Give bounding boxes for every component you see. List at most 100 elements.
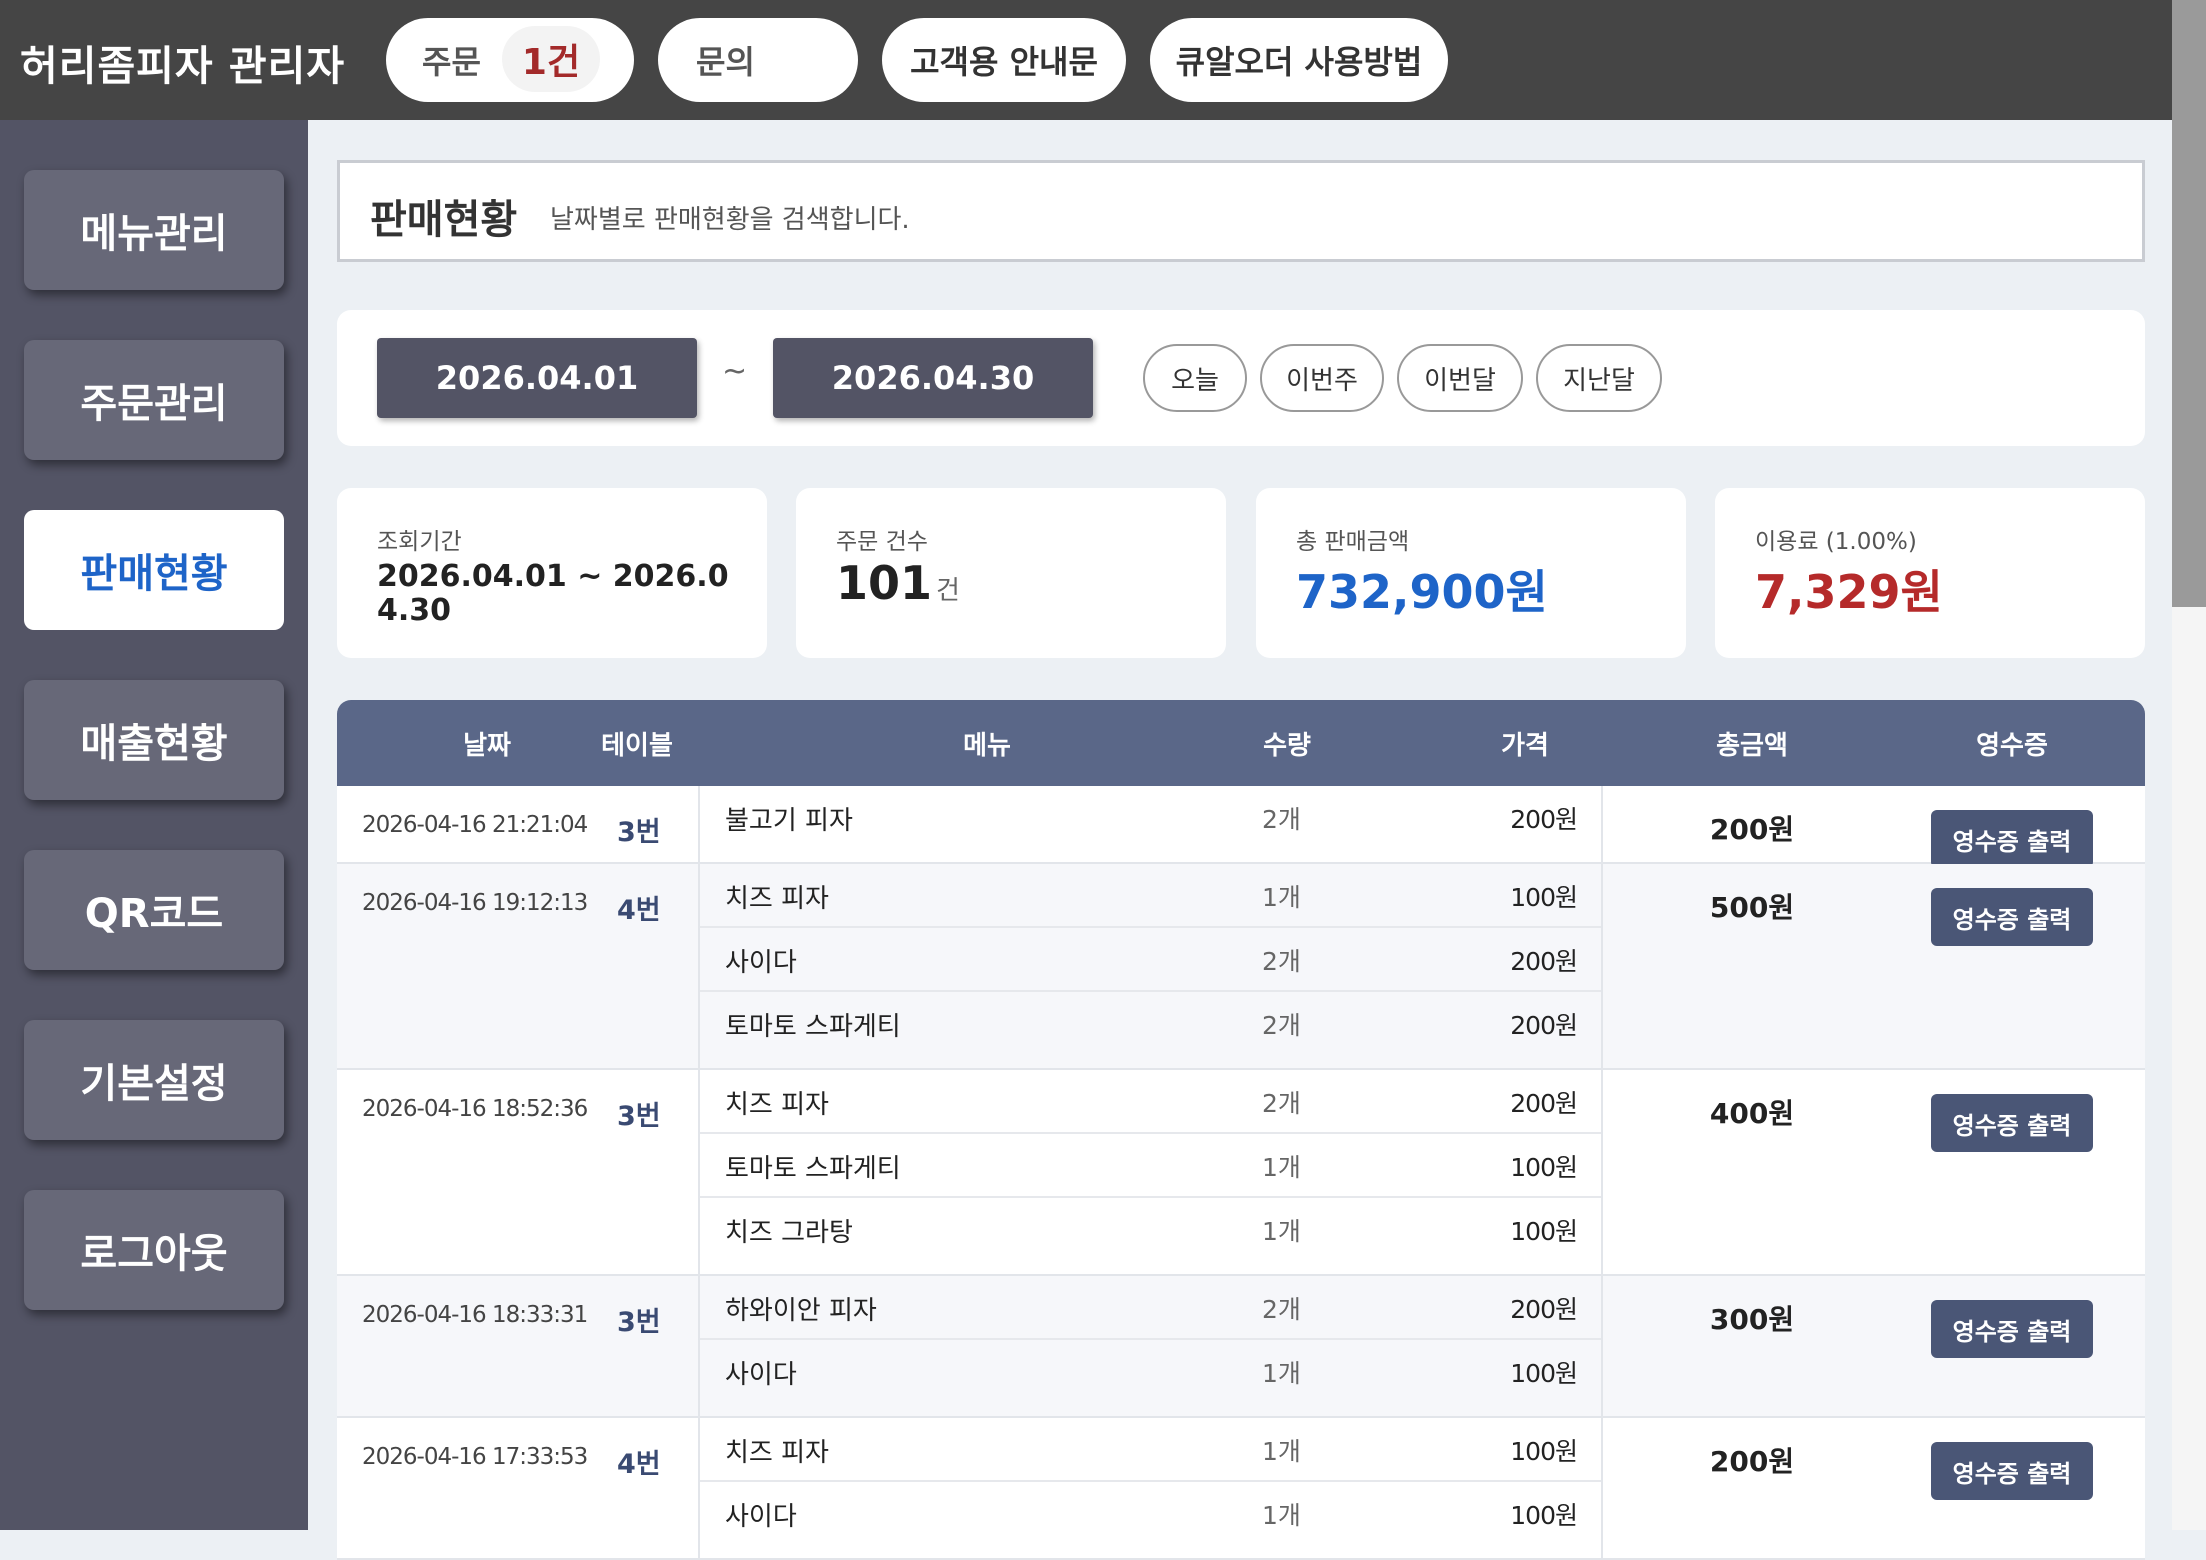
quick-range-this-week[interactable]: 이번주	[1260, 344, 1384, 412]
sidebar-item-logout[interactable]: 로그아웃	[24, 1190, 284, 1310]
order-count-badge: 1건	[502, 26, 600, 92]
sidebar-item-qr-code[interactable]: QR코드	[24, 850, 284, 970]
inquiry-label: 문의	[696, 43, 755, 81]
order-count-value-wrap: 101 건	[836, 556, 960, 610]
order-date: 2026-04-16 18:33:31	[362, 1302, 588, 1328]
order-table-number: 3번	[617, 1307, 661, 1338]
item-quantity: 1개	[1262, 1153, 1301, 1182]
date-separator: ~	[722, 354, 748, 389]
item-price: 100원	[1510, 1437, 1578, 1466]
item-price: 100원	[1510, 1217, 1578, 1246]
order-items: 치즈 피자 1개 100원 사이다 1개 100원	[698, 1418, 1603, 1558]
quick-range-last-month[interactable]: 지난달	[1536, 344, 1662, 412]
item-price: 200원	[1510, 805, 1578, 834]
sidebar-item-revenue-status[interactable]: 매출현황	[24, 680, 284, 800]
column-header-total: 총금액	[1716, 730, 1788, 761]
order-total: 200원	[1709, 813, 1795, 846]
order-item: 사이다 1개 100원	[700, 1340, 1601, 1402]
table-row: 2026-04-16 18:33:31 3번 하와이안 피자 2개 200원 사이다 1개 1…	[337, 1276, 2145, 1418]
print-receipt-button[interactable]: 영수증 출력	[1931, 1442, 2093, 1500]
summary-count-card: 주문 건수 101 건	[796, 488, 1226, 658]
column-header-date: 날짜	[463, 730, 511, 761]
table-header: 날짜 테이블 메뉴 수량 가격 총금액 영수증	[337, 700, 2145, 786]
sidebar-item-menu-management[interactable]: 메뉴관리	[24, 170, 284, 290]
item-name: 치즈 피자	[725, 1438, 829, 1468]
orders-button[interactable]: 주문 1건	[386, 18, 634, 102]
inquiry-button[interactable]: 문의	[658, 18, 858, 102]
order-count-label: 주문 건수	[836, 529, 928, 555]
sidebar-item-order-management[interactable]: 주문관리	[24, 340, 284, 460]
order-item: 하와이안 피자 2개 200원	[700, 1276, 1601, 1340]
sidebar-item-label: QR코드	[84, 891, 224, 937]
top-bar: 허리좀피자 관리자 주문 1건 문의 고객용 안내문 큐알오더 사용방법	[0, 0, 2206, 120]
item-quantity: 2개	[1262, 805, 1301, 834]
order-item: 사이다 2개 200원	[700, 928, 1601, 992]
item-quantity: 2개	[1262, 1011, 1301, 1040]
sidebar-item-label: 주문관리	[80, 381, 228, 427]
quick-range-this-month[interactable]: 이번달	[1397, 344, 1523, 412]
sidebar-item-label: 메뉴관리	[80, 211, 228, 257]
order-date: 2026-04-16 21:21:04	[362, 812, 588, 838]
order-item: 불고기 피자 2개 200원	[700, 786, 1601, 848]
item-name: 치즈 그라탕	[725, 1218, 853, 1248]
order-item: 토마토 스파게티 2개 200원	[700, 992, 1601, 1054]
order-table-number: 4번	[617, 1449, 661, 1480]
sidebar-item-label: 로그아웃	[80, 1231, 228, 1277]
order-items: 치즈 피자 1개 100원 사이다 2개 200원 토마토 스파게티 2개 200원	[698, 864, 1603, 1068]
item-quantity: 2개	[1262, 947, 1301, 976]
fee-value: 7,329원	[1755, 565, 1943, 619]
summary-total-card: 총 판매금액 732,900원	[1256, 488, 1686, 658]
table-body: 2026-04-16 21:21:04 3번 불고기 피자 2개 200원 200원 영수증…	[337, 786, 2145, 1560]
order-items: 하와이안 피자 2개 200원 사이다 1개 100원	[698, 1276, 1603, 1416]
order-total: 300원	[1709, 1303, 1795, 1336]
order-item: 치즈 그라탕 1개 100원	[700, 1198, 1601, 1260]
print-receipt-button[interactable]: 영수증 출력	[1931, 888, 2093, 946]
order-table-number: 4번	[617, 895, 661, 926]
column-header-table: 테이블	[601, 730, 673, 761]
qr-order-howto-button[interactable]: 큐알오더 사용방법	[1150, 18, 1448, 102]
summary-period-card: 조회기간 2026.04.01 ~ 2026.04.30	[337, 488, 767, 658]
order-date: 2026-04-16 19:12:13	[362, 890, 588, 916]
order-count-value: 101	[836, 556, 933, 610]
order-item: 토마토 스파게티 1개 100원	[700, 1134, 1601, 1198]
total-sales-value: 732,900원	[1296, 565, 1548, 619]
order-total: 400원	[1709, 1097, 1795, 1130]
order-items: 불고기 피자 2개 200원	[698, 786, 1603, 862]
print-receipt-button[interactable]: 영수증 출력	[1931, 1094, 2093, 1152]
item-quantity: 1개	[1262, 1359, 1301, 1388]
order-table-number: 3번	[617, 1101, 661, 1132]
item-price: 200원	[1510, 1089, 1578, 1118]
column-header-receipt: 영수증	[1976, 730, 2048, 761]
customer-guide-button[interactable]: 고객용 안내문	[882, 18, 1126, 102]
column-header-price: 가격	[1501, 730, 1549, 761]
item-price: 100원	[1510, 1153, 1578, 1182]
table-row: 2026-04-16 21:21:04 3번 불고기 피자 2개 200원 200원 영수증…	[337, 786, 2145, 868]
column-header-menu: 메뉴	[963, 730, 1011, 761]
table-row: 2026-04-16 18:52:36 3번 치즈 피자 2개 200원 토마토 스파게티…	[337, 1070, 2145, 1276]
item-price: 100원	[1510, 1359, 1578, 1388]
item-price: 100원	[1510, 1501, 1578, 1530]
orders-label: 주문	[422, 43, 481, 81]
item-name: 토마토 스파게티	[725, 1012, 901, 1042]
qr-order-howto-label: 큐알오더 사용방법	[1175, 43, 1423, 81]
sidebar-item-label: 매출현황	[80, 721, 228, 767]
item-name: 토마토 스파게티	[725, 1154, 901, 1184]
end-date-picker[interactable]: 2026.04.30	[773, 338, 1093, 418]
item-price: 200원	[1510, 1295, 1578, 1324]
order-table-number: 3번	[617, 817, 661, 848]
sidebar: 메뉴관리 주문관리 판매현황 매출현황 QR코드 기본설정 로그아웃	[0, 120, 308, 1530]
item-price: 200원	[1510, 947, 1578, 976]
print-receipt-button[interactable]: 영수증 출력	[1931, 1300, 2093, 1358]
scrollbar-thumb[interactable]	[2172, 0, 2206, 607]
date-filter: 2026.04.01 ~ 2026.04.30 오늘 이번주 이번달 지난달	[337, 310, 2145, 446]
summary-fee-card: 이용료 (1.00%) 7,329원	[1715, 488, 2145, 658]
print-receipt-button[interactable]: 영수증 출력	[1931, 810, 2093, 868]
sidebar-item-basic-settings[interactable]: 기본설정	[24, 1020, 284, 1140]
order-item: 사이다 1개 100원	[700, 1482, 1601, 1544]
order-date: 2026-04-16 18:52:36	[362, 1096, 588, 1122]
column-header-qty: 수량	[1263, 730, 1311, 761]
quick-range-today[interactable]: 오늘	[1143, 344, 1247, 412]
item-name: 불고기 피자	[725, 806, 853, 836]
sidebar-item-sales-status[interactable]: 판매현황	[24, 510, 284, 630]
start-date-picker[interactable]: 2026.04.01	[377, 338, 697, 418]
